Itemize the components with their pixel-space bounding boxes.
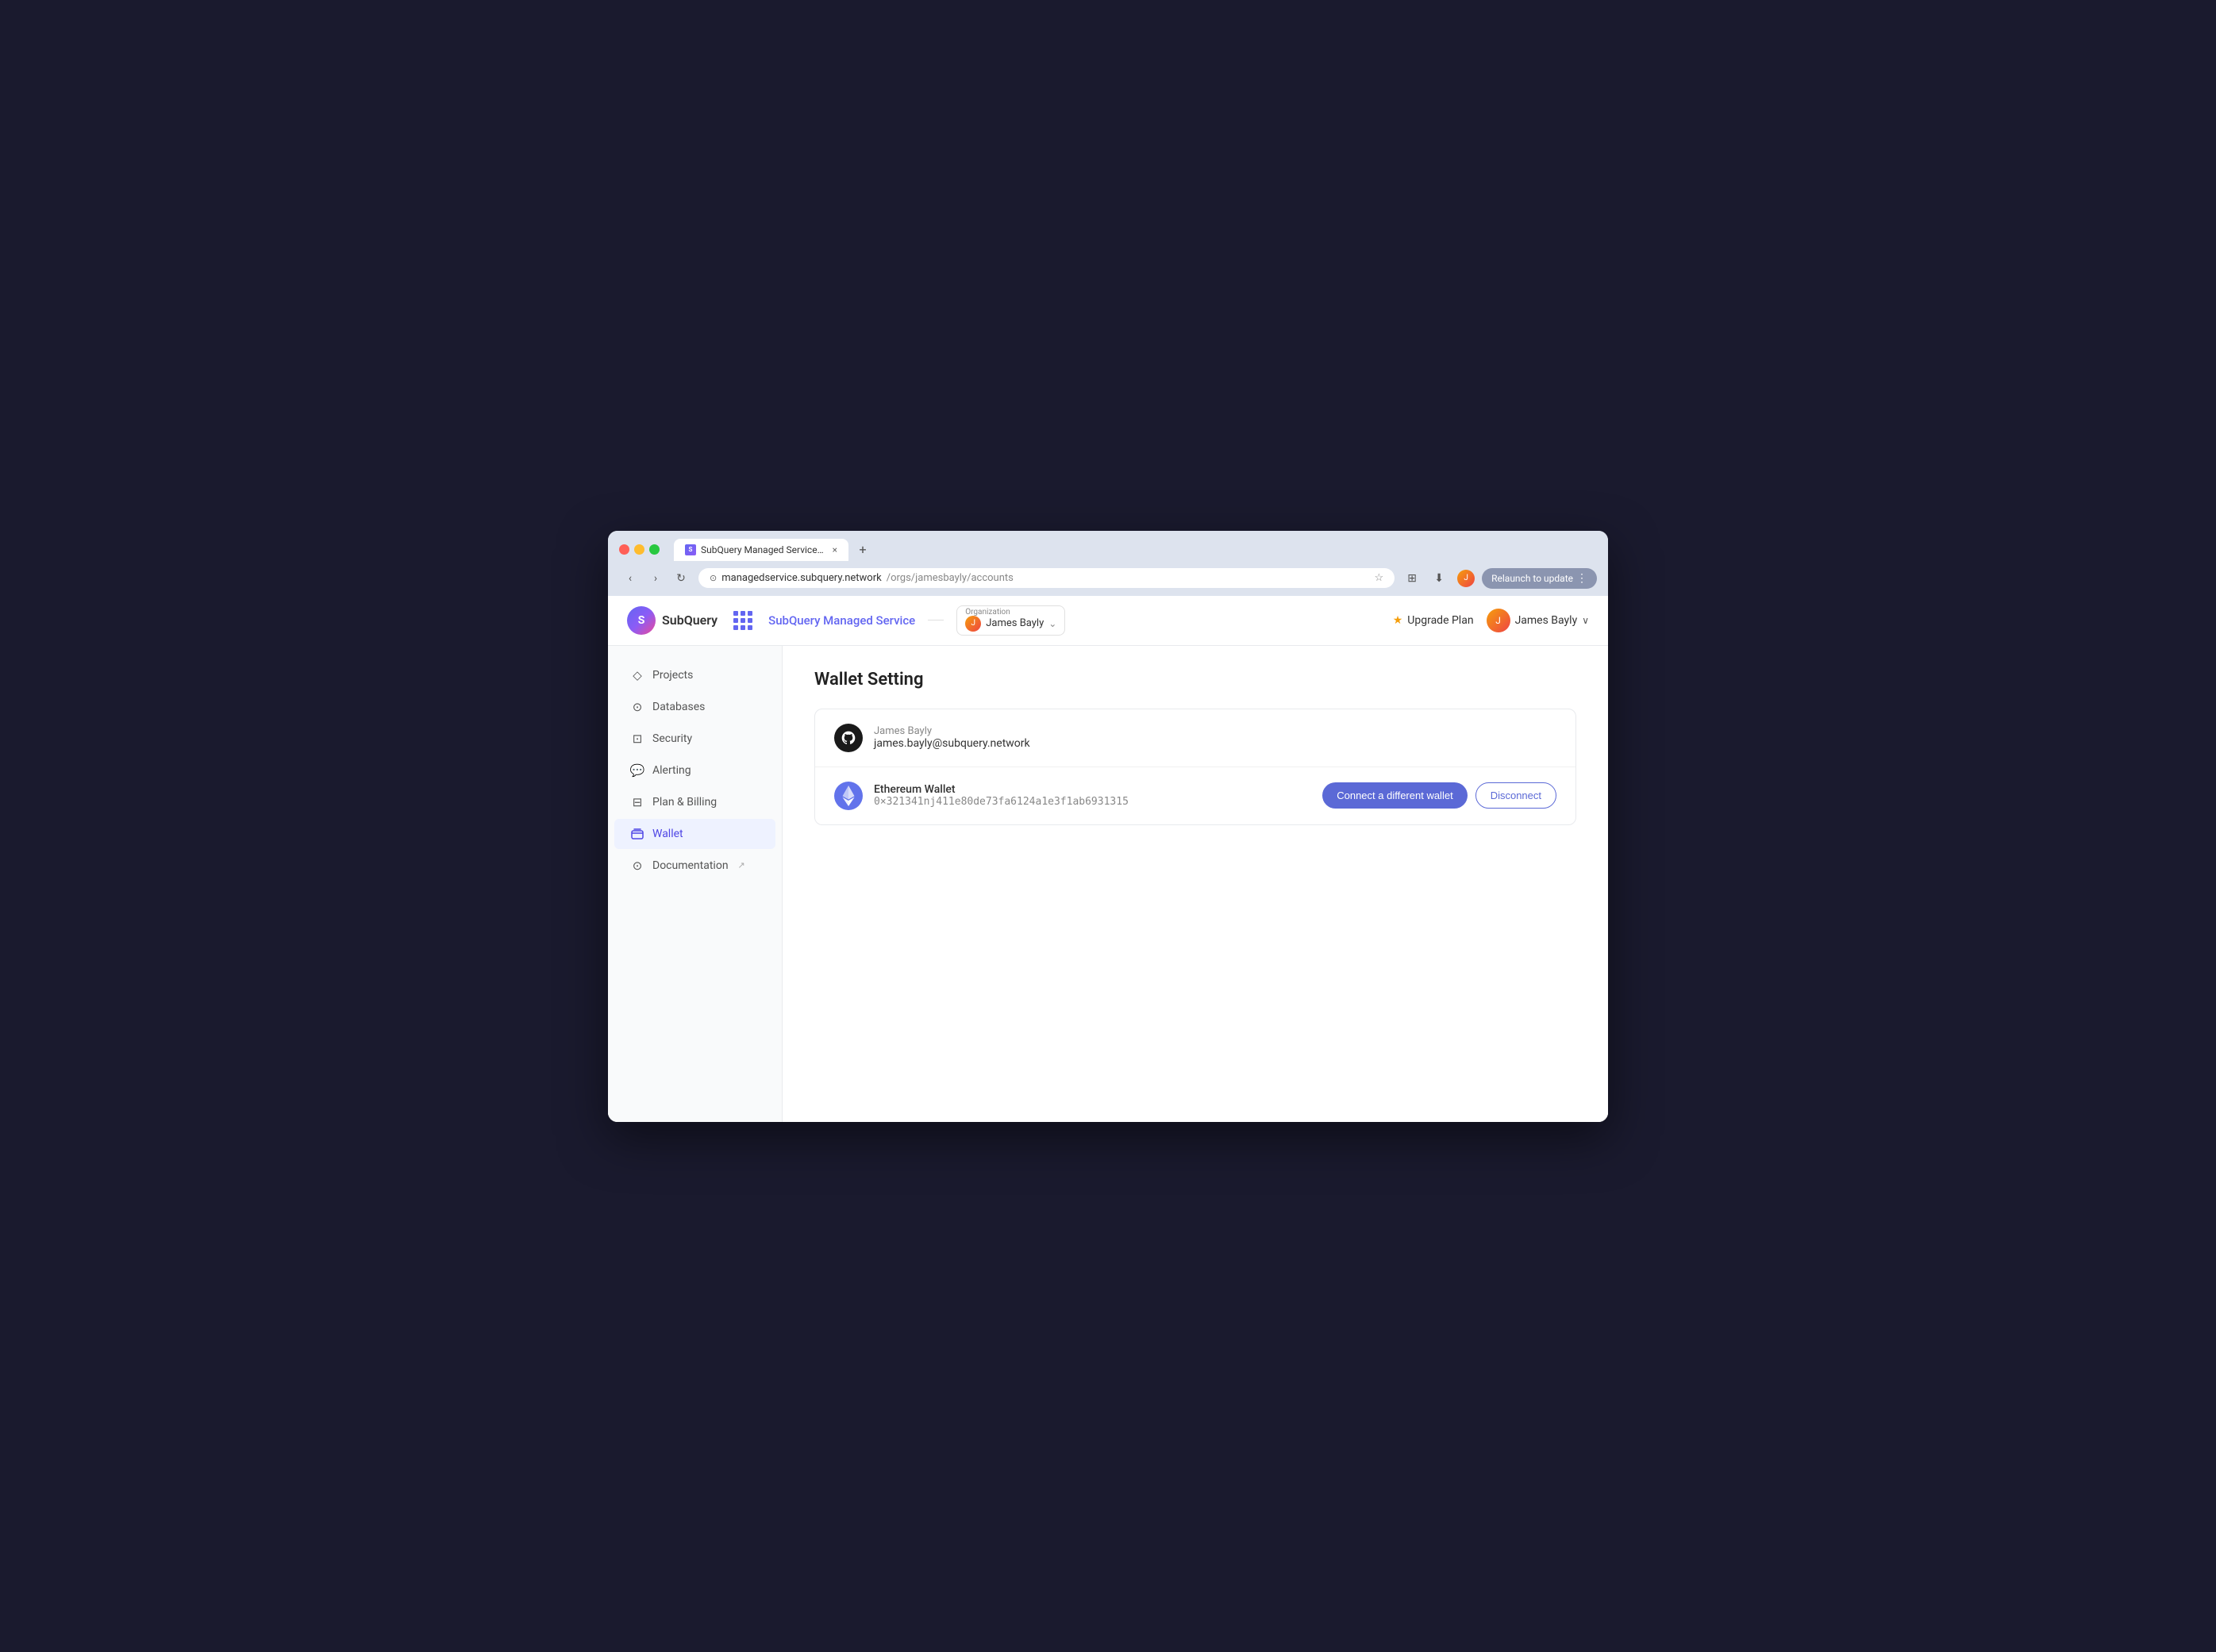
app-header: S SubQuery SubQuery Managed Service Orga…: [608, 596, 1608, 646]
traffic-lights: [619, 544, 660, 555]
relaunch-button[interactable]: Relaunch to update ⋮: [1482, 568, 1597, 589]
browser-chrome: S SubQuery Managed Service – × + ‹ › ↻: [608, 531, 1608, 596]
alerting-icon: 💬: [630, 763, 644, 778]
page-title: Wallet Setting: [814, 670, 1576, 690]
url-base: managedservice.subquery.network: [721, 572, 882, 584]
lock-icon: ⊙: [710, 573, 717, 583]
refresh-icon: ↻: [676, 572, 686, 585]
sidebar-item-projects-label: Projects: [652, 669, 693, 682]
plan-billing-icon: ⊟: [630, 795, 644, 809]
grid-dots-icon: [733, 611, 752, 630]
download-button[interactable]: ⬇: [1428, 567, 1450, 590]
back-icon: ‹: [629, 572, 632, 585]
browser-tabs: S SubQuery Managed Service – × +: [674, 539, 1567, 561]
wallet-username: James Bayly: [874, 725, 1030, 737]
user-name: James Bayly: [1515, 614, 1578, 627]
ethereum-icon: [834, 782, 863, 810]
wallet-icon: [630, 827, 644, 841]
sidebar-item-projects[interactable]: ◇ Projects: [614, 660, 775, 690]
org-selector[interactable]: Organization J James Bayly ⌄: [956, 605, 1065, 636]
browser-tab-active[interactable]: S SubQuery Managed Service – ×: [674, 539, 848, 561]
wallet-user-info: James Bayly james.bayly@subquery.network: [874, 725, 1030, 750]
tab-title: SubQuery Managed Service –: [701, 544, 825, 555]
logo-area: S SubQuery: [627, 606, 718, 635]
nav-buttons: ‹ › ↻: [619, 567, 692, 590]
sidebar-item-alerting[interactable]: 💬 Alerting: [614, 755, 775, 786]
app-body: ◇ Projects ⊙ Databases ⊡ Security 💬 Aler…: [608, 646, 1608, 1122]
sidebar-item-security[interactable]: ⊡ Security: [614, 724, 775, 754]
wallet-card: James Bayly james.bayly@subquery.network: [814, 709, 1576, 825]
bookmark-icon[interactable]: ☆: [1374, 572, 1383, 584]
sidebar-item-plan-billing-label: Plan & Billing: [652, 796, 717, 809]
toolbar-actions: ⊞ ⬇ J Relaunch to update ⋮: [1401, 567, 1597, 590]
sidebar-item-alerting-label: Alerting: [652, 764, 691, 777]
wallet-email: james.bayly@subquery.network: [874, 737, 1030, 750]
wallet-eth-section: Ethereum Wallet 0×321341nj411e80de73fa61…: [815, 767, 1575, 824]
subquery-logo-icon: S: [627, 606, 656, 635]
back-button[interactable]: ‹: [619, 567, 641, 590]
security-icon: ⊡: [630, 732, 644, 746]
eth-wallet-address: 0×321341nj411e80de73fa6124a1e3f1ab693131…: [874, 796, 1129, 808]
browser-window: S SubQuery Managed Service – × + ‹ › ↻: [608, 531, 1608, 1122]
sidebar-item-wallet[interactable]: Wallet: [614, 819, 775, 849]
org-avatar: J: [965, 616, 981, 632]
profile-button[interactable]: J: [1455, 567, 1477, 590]
org-chevron-icon: ⌄: [1048, 618, 1056, 629]
logo-text: SubQuery: [662, 613, 718, 628]
sidebar-item-documentation-label: Documentation: [652, 859, 729, 872]
wallet-actions: Connect a different wallet Disconnect: [1322, 782, 1556, 809]
org-content: J James Bayly ⌄: [965, 616, 1056, 632]
traffic-light-red[interactable]: [619, 544, 629, 555]
puzzle-icon: ⊞: [1407, 572, 1417, 585]
connect-different-wallet-button[interactable]: Connect a different wallet: [1322, 782, 1467, 809]
relaunch-label: Relaunch to update: [1491, 573, 1573, 584]
upgrade-plan-button[interactable]: ★ Upgrade Plan: [1393, 614, 1474, 627]
browser-toolbar: ‹ › ↻ ⊙ managedservice.subquery.network …: [608, 561, 1608, 596]
download-icon: ⬇: [1434, 572, 1444, 585]
main-content: Wallet Setting James Bayly james.bayly@s…: [783, 646, 1608, 1122]
disconnect-wallet-button[interactable]: Disconnect: [1475, 782, 1556, 809]
tab-favicon: S: [685, 544, 696, 555]
user-avatar: J: [1487, 609, 1510, 632]
sidebar: ◇ Projects ⊙ Databases ⊡ Security 💬 Aler…: [608, 646, 783, 1122]
sidebar-item-plan-billing[interactable]: ⊟ Plan & Billing: [614, 787, 775, 817]
star-icon: ★: [1393, 614, 1403, 627]
eth-wallet-info: Ethereum Wallet 0×321341nj411e80de73fa61…: [874, 783, 1129, 808]
org-name: James Bayly: [986, 617, 1044, 629]
sidebar-item-databases[interactable]: ⊙ Databases: [614, 692, 775, 722]
traffic-light-green[interactable]: [649, 544, 660, 555]
app-content: S SubQuery SubQuery Managed Service Orga…: [608, 596, 1608, 1122]
sidebar-item-security-label: Security: [652, 732, 692, 745]
databases-icon: ⊙: [630, 700, 644, 714]
projects-icon: ◇: [630, 668, 644, 682]
upgrade-plan-label: Upgrade Plan: [1407, 614, 1473, 627]
documentation-icon: ⊙: [630, 859, 644, 873]
traffic-light-yellow[interactable]: [634, 544, 644, 555]
sidebar-item-wallet-label: Wallet: [652, 828, 683, 840]
tab-close-button[interactable]: ×: [833, 544, 837, 555]
refresh-button[interactable]: ↻: [670, 567, 692, 590]
user-chevron-icon: ∨: [1582, 615, 1589, 626]
forward-button[interactable]: ›: [644, 567, 667, 590]
sidebar-item-documentation[interactable]: ⊙ Documentation ↗: [614, 851, 775, 881]
extensions-button[interactable]: ⊞: [1401, 567, 1423, 590]
user-menu[interactable]: J James Bayly ∨: [1487, 609, 1589, 632]
new-tab-button[interactable]: +: [852, 539, 874, 561]
org-label: Organization: [965, 608, 1010, 617]
external-link-icon: ↗: [738, 860, 745, 870]
browser-titlebar: S SubQuery Managed Service – × +: [608, 531, 1608, 561]
eth-wallet-label: Ethereum Wallet: [874, 783, 1129, 796]
relaunch-menu-icon: ⋮: [1576, 572, 1587, 585]
profile-avatar-icon: J: [1457, 570, 1475, 587]
address-bar[interactable]: ⊙ managedservice.subquery.network /orgs/…: [698, 568, 1395, 588]
service-name: SubQuery Managed Service: [768, 613, 915, 628]
forward-icon: ›: [654, 572, 657, 585]
wallet-user-section: James Bayly james.bayly@subquery.network: [815, 709, 1575, 767]
sidebar-item-databases-label: Databases: [652, 701, 705, 713]
github-icon: [834, 724, 863, 752]
url-path: /orgs/jamesbayly/accounts: [887, 572, 1014, 584]
grid-apps-button[interactable]: [730, 608, 756, 633]
